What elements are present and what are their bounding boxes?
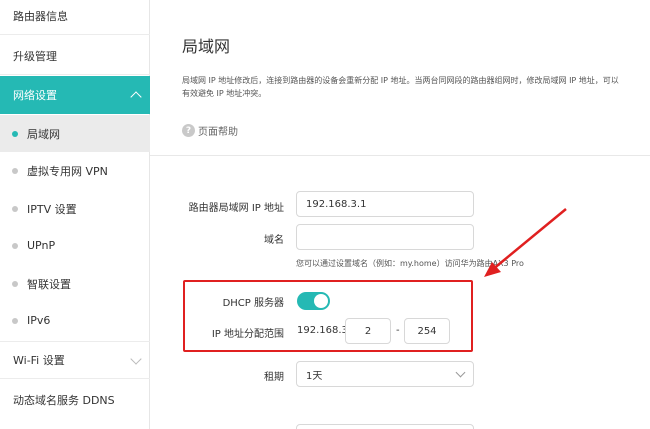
app-window: 路由器信息 升级管理 网络设置 局域网 虚拟专用网 VPN IPTV 设置 UP… [0,0,650,429]
annotation-arrow-icon [484,208,567,277]
